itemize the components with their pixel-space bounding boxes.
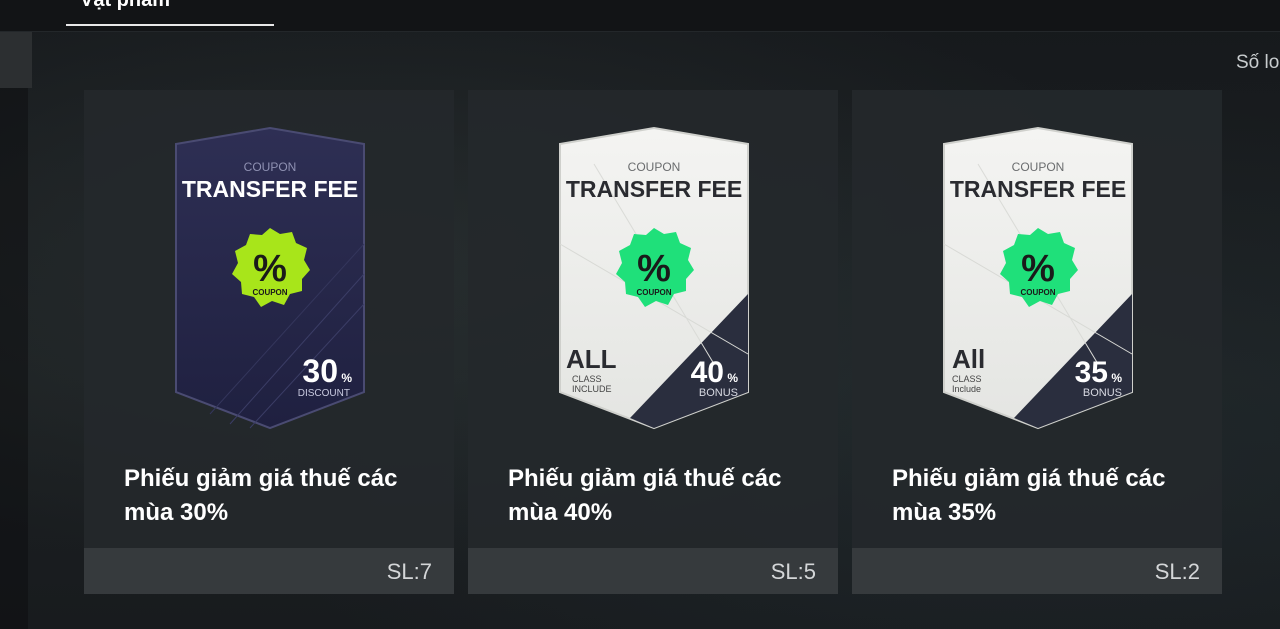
coupon-value-3: 35 [1075,356,1108,389]
coupon-value-2: 40 [691,356,724,389]
item-card-3[interactable]: COUPON TRANSFER FEE % COUPON All CLASS I… [852,90,1222,594]
top-bar: Vật phẩm [0,0,1280,32]
coupon-top-label-1: COUPON [244,160,297,174]
item-footer-3: SL:2 [852,548,1222,594]
item-name-1: Phiếu giảm giá thuế các mùa 30% [124,465,398,526]
item-quantity-1: SL:7 [386,559,432,584]
item-quantity-2: SL:5 [770,559,816,584]
coupon-value-caption-3: BONUS [1083,387,1122,399]
coupon-title-3: TRANSFER FEE [950,176,1126,202]
coupon-value-unit-3: % [1111,371,1122,385]
item-footer-2: SL:5 [468,548,838,594]
coupon-badge-label-1: COUPON [252,288,287,297]
coupon-class-small1-2: CLASS [572,374,602,384]
coupon-badge-symbol-3: % [1021,248,1055,290]
coupon-image-3: COUPON TRANSFER FEE % COUPON All CLASS I… [943,126,1133,430]
coupon-top-label-3: COUPON [1012,160,1065,174]
coupon-title-1: TRANSFER FEE [182,176,358,202]
item-name-3: Phiếu giảm giá thuế các mùa 35% [892,465,1166,526]
item-card-2[interactable]: COUPON TRANSFER FEE % COUPON ALL CLASS I… [468,90,838,594]
coupon-class-big-3: All [952,344,985,374]
coupon-class-big-2: ALL [566,344,617,374]
tab-items-label: Vật phẩm [80,0,171,11]
coupon-image-2: COUPON TRANSFER FEE % COUPON ALL CLASS I… [559,126,749,430]
coupon-class-small2-3: Include [952,384,981,394]
coupon-top-label-2: COUPON [628,160,681,174]
item-card-1[interactable]: COUPON TRANSFER FEE % COUPON 30 % DISCOU… [84,90,454,594]
coupon-class-small2-2: INCLUDE [572,384,612,394]
item-name-2: Phiếu giảm giá thuế các mùa 40% [508,465,782,526]
coupon-badge-symbol-2: % [637,248,671,290]
coupon-badge-label-2: COUPON [636,288,671,297]
coupon-value-unit-1: % [341,371,352,385]
coupon-value-unit-2: % [727,371,738,385]
item-footer-1: SL:7 [84,548,454,594]
coupon-badge-symbol-1: % [253,248,287,290]
coupon-value-caption-2: BONUS [699,387,738,399]
side-menu-button[interactable] [0,32,32,88]
left-panel-edge [0,88,28,629]
tab-items[interactable]: Vật phẩm [66,0,274,26]
coupon-class-small1-3: CLASS [952,374,982,384]
coupon-value-caption-1: DISCOUNT [298,388,350,399]
coupon-image-1: COUPON TRANSFER FEE % COUPON 30 % DISCOU… [175,126,365,430]
sort-label[interactable]: Số lo [1236,52,1279,74]
coupon-value-1: 30 [302,353,338,389]
item-quantity-3: SL:2 [1154,559,1200,584]
coupon-badge-label-3: COUPON [1020,288,1055,297]
coupon-title-2: TRANSFER FEE [566,176,742,202]
